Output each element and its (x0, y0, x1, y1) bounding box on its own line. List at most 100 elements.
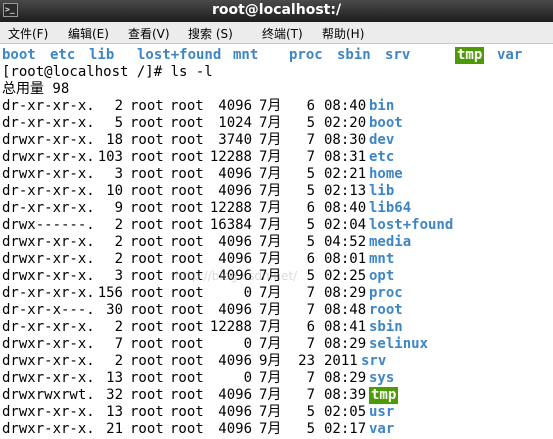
terminal-output[interactable]: boot etc lib lost+found mnt proc sbin sr… (0, 44, 553, 439)
cell-perm: drwxrwxrwt. (2, 387, 95, 403)
cell-day: 23 (298, 353, 315, 369)
cell-owner: root (130, 421, 164, 437)
cell-time: 08:29 (324, 285, 367, 301)
dir-entry-highlighted: tmp (455, 47, 485, 64)
cell-month: 7月 (259, 132, 282, 148)
cell-links: 103 (97, 149, 123, 165)
cell-owner: root (130, 115, 164, 131)
cell-links: 2 (114, 353, 123, 369)
cell-name: sys (369, 370, 395, 386)
cell-owner: root (130, 234, 164, 250)
top-listing: boot etc lib lost+found mnt proc sbin sr… (2, 47, 522, 64)
cell-day: 5 (306, 183, 315, 199)
cell-name: boot (369, 115, 403, 131)
cell-links: 5 (114, 115, 123, 131)
cell-name: usr (369, 404, 395, 420)
cell-name: sbin (369, 319, 403, 335)
cell-links: 3 (114, 166, 123, 182)
cell-time: 08:41 (324, 319, 367, 335)
cell-links: 13 (106, 370, 123, 386)
cell-time: 02:04 (324, 217, 367, 233)
cell-perm: drwxr-xr-x. (2, 336, 95, 352)
cell-day: 7 (306, 302, 315, 318)
cell-time: 08:39 (324, 387, 367, 403)
cell-size: 12288 (209, 149, 252, 165)
dir-entry: sbin (337, 47, 371, 63)
title-bar[interactable]: >_ root@localhost:/ (0, 0, 553, 22)
cell-group: root (170, 370, 204, 386)
menu-terminal[interactable]: 终端(T) (262, 25, 303, 42)
cell-name: proc (369, 285, 403, 301)
cell-group: root (170, 285, 204, 301)
cell-time: 08:40 (324, 98, 367, 114)
cell-day: 5 (306, 115, 315, 131)
cell-perm: drwxr-xr-x. (2, 268, 95, 284)
cell-size: 4096 (218, 166, 252, 182)
cell-owner: root (130, 336, 164, 352)
cell-day: 7 (306, 370, 315, 386)
cell-time: 02:05 (324, 404, 367, 420)
cell-perm: dr-xr-xr-x. (2, 98, 95, 114)
cell-time: 08:48 (324, 302, 367, 318)
cell-time: 08:31 (324, 149, 367, 165)
cell-perm: dr-xr-x---. (2, 302, 95, 318)
cell-month: 7月 (259, 302, 282, 318)
cell-size: 4096 (218, 234, 252, 250)
cell-name: selinux (369, 336, 429, 352)
cell-group: root (170, 387, 204, 403)
cell-month: 7月 (259, 217, 282, 233)
cell-links: 21 (106, 421, 123, 437)
cell-day: 7 (306, 387, 315, 403)
cell-owner: root (130, 370, 164, 386)
cell-name: home (369, 166, 403, 182)
cell-perm: dr-xr-xr-x. (2, 285, 95, 301)
cell-name: lost+found (369, 217, 454, 233)
menu-search[interactable]: 搜索 (S) (188, 25, 233, 42)
cell-perm: drwxr-xr-x. (2, 166, 95, 182)
cell-size: 12288 (209, 319, 252, 335)
cell-day: 7 (306, 149, 315, 165)
cell-perm: drwxr-xr-x. (2, 149, 95, 165)
cell-time: 02:25 (324, 268, 367, 284)
cell-owner: root (130, 217, 164, 233)
cell-name: bin (369, 98, 395, 114)
command-prompt: [root@localhost /]# ls -l (2, 64, 213, 80)
cell-name: media (369, 234, 412, 250)
cell-links: 2 (114, 234, 123, 250)
cell-name: var (369, 421, 395, 437)
menu-edit[interactable]: 编辑(E) (68, 25, 109, 42)
cell-links: 7 (114, 336, 123, 352)
cell-perm: drwxr-xr-x. (2, 353, 95, 369)
cell-day: 7 (306, 336, 315, 352)
cell-day: 6 (306, 98, 315, 114)
cell-month: 7月 (259, 387, 282, 403)
cell-day: 5 (306, 404, 315, 420)
cell-links: 2 (114, 251, 123, 267)
cell-time: 08:29 (324, 336, 367, 352)
cell-group: root (170, 336, 204, 352)
cell-group: root (170, 353, 204, 369)
cell-group: root (170, 234, 204, 250)
cell-perm: drwxr-xr-x. (2, 234, 95, 250)
cell-perm: drwxr-xr-x. (2, 404, 95, 420)
cell-time: 2011 (324, 353, 358, 369)
cell-group: root (170, 98, 204, 114)
cell-owner: root (130, 302, 164, 318)
cell-time: 08:01 (324, 251, 367, 267)
menu-help[interactable]: 帮助(H) (322, 25, 364, 42)
cell-size: 4096 (218, 183, 252, 199)
total-line: 总用量 98 (2, 81, 70, 97)
menu-view[interactable]: 查看(V) (128, 25, 170, 42)
dir-entry: lib (89, 47, 115, 63)
menu-bar: 文件(F) 编辑(E) 查看(V) 搜索 (S) 终端(T) 帮助(H) (0, 22, 553, 44)
cell-name: lib (369, 183, 395, 199)
cell-day: 5 (306, 421, 315, 437)
menu-file[interactable]: 文件(F) (8, 25, 48, 42)
cell-month: 7月 (259, 234, 282, 250)
cell-group: root (170, 421, 204, 437)
cell-links: 3 (114, 268, 123, 284)
cell-owner: root (130, 183, 164, 199)
cell-perm: drwxr-xr-x. (2, 421, 95, 437)
cell-size: 4096 (218, 302, 252, 318)
cell-perm: drwx------. (2, 217, 95, 233)
